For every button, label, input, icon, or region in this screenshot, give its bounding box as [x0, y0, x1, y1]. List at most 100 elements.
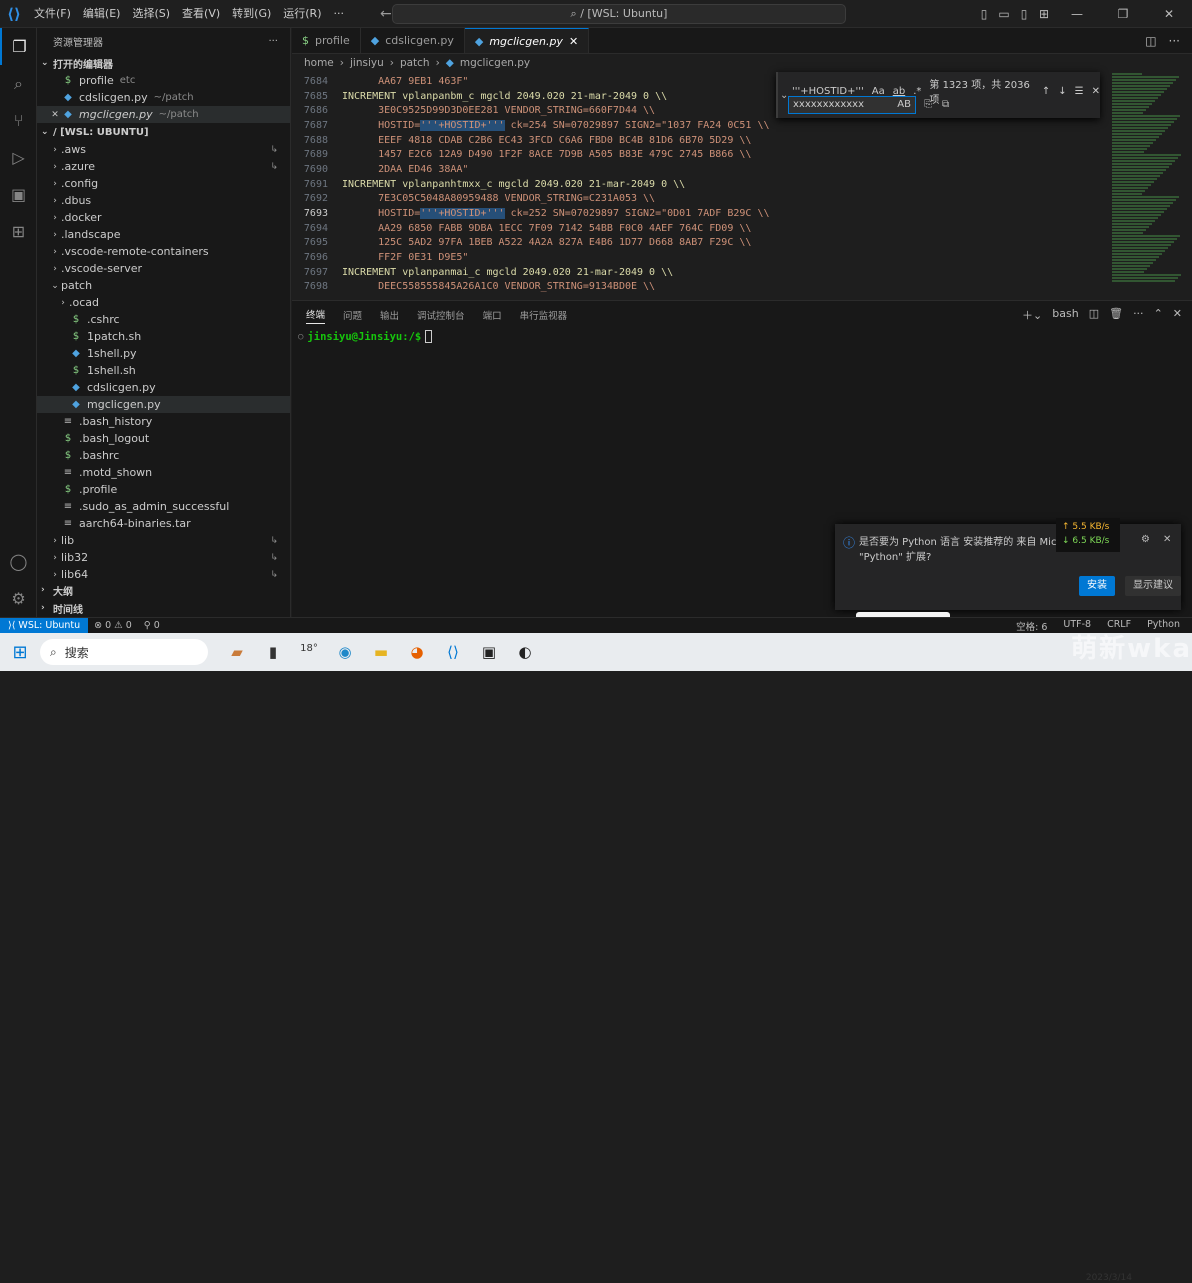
breadcrumb-item[interactable]: jinsiyu [350, 57, 384, 69]
tree-item[interactable]: ◆ mgclicgen.py [37, 396, 290, 413]
command-center-search[interactable]: ⌕ / [WSL: Ubuntu] [392, 4, 846, 24]
open-editor-item[interactable]: ✕ ◆ mgclicgen.py ~/patch [37, 106, 290, 123]
remote-explorer-icon[interactable]: ▣ [0, 176, 37, 213]
match-case-icon[interactable]: Aa [872, 86, 885, 97]
widget-icon[interactable]: ▰ [226, 643, 248, 661]
more-actions-icon[interactable]: ··· [268, 36, 278, 47]
windows-start-icon[interactable]: ⊞ [0, 642, 40, 663]
indentation-indicator[interactable]: 空格: 6 [1010, 619, 1053, 633]
menu-item[interactable]: 转到(G) [226, 0, 277, 28]
tree-item[interactable]: › .vscode-server [37, 260, 290, 277]
install-button[interactable]: 安装 [1079, 576, 1115, 596]
explorer-icon[interactable]: ❐ [0, 28, 37, 65]
close-icon[interactable]: ✕ [1173, 307, 1182, 323]
tree-item[interactable]: $1patch.sh [37, 328, 290, 345]
whole-word-icon[interactable]: ab [893, 86, 905, 97]
find-in-selection-icon[interactable]: ☰ [1075, 86, 1084, 97]
tree-item[interactable]: › .landscape [37, 226, 290, 243]
tree-item[interactable]: ◆ 1shell.py [37, 345, 290, 362]
menu-item[interactable]: 运行(R) [277, 0, 327, 28]
back-arrow-icon[interactable]: ← [380, 6, 392, 22]
replace-input[interactable]: xxxxxxxxxxxx AB [788, 96, 916, 114]
terminal-shell-label[interactable]: bash [1052, 307, 1078, 323]
search-icon[interactable]: ⌕ [0, 65, 37, 102]
tree-item[interactable]: $ .bashrc [37, 447, 290, 464]
tab-mgclicgen-py[interactable]: ◆ mgclicgen.py ✕ [464, 28, 590, 53]
tree-item[interactable]: ≡ .motd_shown [37, 464, 290, 481]
close-icon[interactable]: ✕ [1092, 86, 1100, 97]
edge-icon[interactable]: ◉ [334, 643, 356, 661]
problems-indicator[interactable]: ⊗ 0 ⚠ 0 [88, 620, 138, 631]
trash-icon[interactable]: 🗑 [1109, 307, 1123, 323]
customize-layout-icon[interactable]: ⊞ [1034, 7, 1054, 21]
breadcrumb-item[interactable]: mgclicgen.py [460, 57, 530, 69]
ports-indicator[interactable]: ⚲ 0 [138, 620, 166, 631]
tree-item[interactable]: › .aws ↳ [37, 141, 290, 158]
menu-item[interactable]: ··· [328, 0, 351, 28]
minimize-button[interactable]: — [1054, 7, 1100, 21]
regex-icon[interactable]: .* [913, 86, 921, 97]
account-icon[interactable]: ◯ [0, 543, 37, 580]
firefox-icon[interactable]: ◕ [406, 643, 428, 661]
breadcrumb-item[interactable]: home [304, 57, 334, 69]
breadcrumb-item[interactable]: patch [400, 57, 430, 69]
close-window-button[interactable]: ✕ [1146, 7, 1192, 21]
more-actions-icon[interactable]: ··· [1133, 307, 1144, 323]
next-match-icon[interactable]: ↓ [1058, 86, 1066, 97]
taskbar-search[interactable]: ⌕ 搜索 [40, 639, 208, 665]
menu-item[interactable]: 查看(V) [176, 0, 226, 28]
tree-item[interactable]: ≡ .sudo_as_admin_successful [37, 498, 290, 515]
new-terminal-icon[interactable]: ＋⌄ [1022, 307, 1042, 323]
tree-item[interactable]: ⌄ patch [37, 277, 290, 294]
panel-tab[interactable]: 串行监视器 [520, 308, 568, 322]
tree-item[interactable]: ≡ .bash_history [37, 413, 290, 430]
replace-all-icon[interactable]: ⧉ [942, 99, 949, 110]
close-icon[interactable]: ✕ [569, 35, 578, 48]
tree-item[interactable]: › lib ↳ [37, 532, 290, 549]
timeline-section[interactable]: › 时间线 [37, 599, 290, 617]
weather-icon[interactable]: 18° [298, 643, 320, 661]
tree-item[interactable]: › .docker [37, 209, 290, 226]
tree-item[interactable]: › .config [37, 175, 290, 192]
workspace-section[interactable]: ⌄ / [WSL: UBUNTU] [37, 123, 290, 141]
gear-icon[interactable]: ⚙ [1141, 534, 1150, 545]
previous-match-icon[interactable]: ↑ [1042, 86, 1050, 97]
open-editors-section[interactable]: ⌄ 打开的编辑器 [37, 54, 290, 72]
tree-item[interactable]: › .ocad [37, 294, 290, 311]
preserve-case-icon[interactable]: AB [897, 97, 911, 113]
split-terminal-icon[interactable]: ◫ [1089, 307, 1099, 323]
menu-item[interactable]: 文件(F) [28, 0, 77, 28]
open-editor-item[interactable]: ◆ cdslicgen.py ~/patch [37, 89, 290, 106]
panel-tab[interactable]: 问题 [343, 308, 362, 322]
tree-item[interactable]: $ .profile [37, 481, 290, 498]
tree-item[interactable]: ◆ cdslicgen.py [37, 379, 290, 396]
tree-item[interactable]: ≡ aarch64-binaries.tar [37, 515, 290, 532]
gear-icon[interactable]: ⚙ [0, 580, 37, 617]
panel-tab[interactable]: 输出 [380, 308, 399, 322]
replace-one-icon[interactable]: ⎘ [924, 99, 932, 110]
remote-indicator[interactable]: ⟩⟨ WSL: Ubuntu [0, 617, 89, 634]
tree-item[interactable]: › .azure ↳ [37, 158, 290, 175]
find-query-text[interactable]: '''+HOSTID+''' [792, 86, 864, 97]
panel-tab[interactable]: 端口 [483, 308, 502, 322]
maximize-panel-icon[interactable]: ⌃ [1154, 307, 1163, 323]
terminal-taskbar-icon[interactable]: ▣ [478, 643, 500, 661]
toggle-panel-icon[interactable]: ▭ [994, 7, 1014, 21]
close-icon[interactable]: ✕ [1163, 534, 1171, 545]
close-icon[interactable]: ✕ [49, 110, 61, 120]
tab-profile[interactable]: $ profile [292, 28, 361, 53]
run-debug-icon[interactable]: ▷ [0, 139, 37, 176]
minimap[interactable] [1112, 72, 1184, 298]
task-view-icon[interactable]: ▮ [262, 643, 284, 661]
file-explorer-icon[interactable]: ▬ [370, 643, 392, 661]
more-actions-icon[interactable]: ··· [1169, 34, 1180, 48]
outline-section[interactable]: › 大纲 [37, 581, 290, 599]
tree-item[interactable]: › lib32 ↳ [37, 549, 290, 566]
open-editor-item[interactable]: $ profile etc [37, 72, 290, 89]
split-editor-icon[interactable]: ◫ [1145, 34, 1156, 48]
tree-item[interactable]: $ .bash_logout [37, 430, 290, 447]
maximize-button[interactable]: ❐ [1100, 7, 1146, 21]
tree-item[interactable]: › .vscode-remote-containers [37, 243, 290, 260]
toggle-sidebar-icon[interactable]: ▯ [974, 7, 994, 21]
panel-tab[interactable]: 调试控制台 [417, 308, 465, 322]
